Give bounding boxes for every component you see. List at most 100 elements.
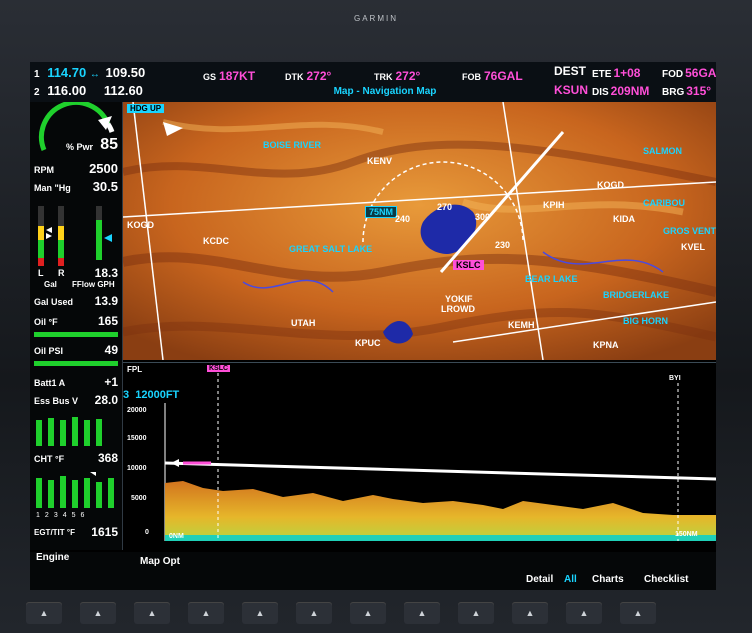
nav2-id: 2 [34,87,40,98]
softkey-button-3[interactable]: ▲ [134,602,170,624]
map-page-title: Map - Navigation Map [333,86,437,97]
rpm-value: 2500 [89,161,118,176]
region-label-bear-lake: BEAR LAKE [525,274,578,284]
trk-value: 272° [395,69,421,83]
softkey-engine[interactable]: Engine [36,552,69,563]
fuel-left-label: L [38,268,44,278]
map-orientation[interactable]: HDG UP [127,104,165,113]
cyl-6: 6 [80,512,90,519]
fob-value: 76GAL [484,69,523,83]
dis-label: DIS [592,87,609,98]
map-label-kogd: KOGD [597,180,624,190]
softkey-button-10[interactable]: ▲ [512,602,548,624]
gs-label: GS [203,72,217,82]
softkey-map-opt[interactable]: Map Opt [140,556,180,567]
oil-psi-bar [34,361,118,366]
active-waypoint-box[interactable]: KSLC [453,260,484,270]
airport-kogd[interactable]: KOGD [127,220,154,230]
oil-temp-value: 165 [97,314,118,328]
fod-value: 56GA [685,66,716,80]
profile-waypoint-kslc[interactable]: KSLC [207,365,231,372]
profile-left-range: 0NM [169,533,184,540]
profile-scale-5000: 5000 [131,495,147,502]
arc-label-270: 270 [437,202,453,212]
oil-psi-value: 49 [104,343,118,357]
fflow-label: FFlow GPH [72,280,115,289]
airport-kida[interactable]: KIDA [613,214,635,224]
ess-bus-value: 28.0 [94,393,118,407]
oil-psi-label: Oil PSI [34,346,64,356]
nav1-active: 114.70 [47,65,87,80]
softkey-button-8[interactable]: ▲ [404,602,440,624]
airport-kenv[interactable]: KENV [367,156,392,166]
softkey-button-12[interactable]: ▲ [620,602,656,624]
map-range[interactable]: 75NM [365,206,398,218]
ess-bus-label: Ess Bus V [34,396,79,406]
navigation-map[interactable]: HDG UP KENV KPIH KIDA KOGD KCDC KEMH KPU… [123,102,716,360]
waypoint-lrowd[interactable]: LROWD [441,304,475,314]
dtk-field: DTK 272° [285,69,331,83]
softkey-button-11[interactable]: ▲ [566,602,602,624]
profile-scale-20000: 20000 [127,407,147,414]
nav2-standby: 112.60 [103,83,143,98]
profile-graph [164,373,716,541]
gal-used-label: Gal Used [34,297,74,307]
fflow-value: 18.3 [94,266,118,280]
nav2-active: 116.00 [47,83,87,98]
airport-kpih[interactable]: KPIH [543,200,565,210]
softkey-button-2[interactable]: ▲ [80,602,116,624]
profile-waypoint-byi[interactable]: BYI [669,375,681,382]
fod-label: FOD [662,69,684,80]
profile-right-range: 150NM [675,531,698,538]
softkey-button-1[interactable]: ▲ [26,602,62,624]
rpm-label: RPM [34,165,54,175]
nav1-line: 1 114.70 ↔ 109.50 [34,65,145,80]
nav-swap-arrow: ↔ [89,69,100,80]
vertical-profile[interactable]: FPL 3 12000FT 20000 15000 10000 5000 0 0… [123,362,716,553]
destination-box: DEST ETE 1+08 FOD 56GA KSUN DIS 209NM BRG 31… [550,62,716,102]
softkey-button-5[interactable]: ▲ [242,602,278,624]
region-label-salmon: SALMON [643,146,682,156]
softkey-all[interactable]: All [564,574,577,585]
batt-label: Batt1 A [34,378,66,388]
softkey-button-9[interactable]: ▲ [458,602,494,624]
region-label-gros-ventre: GROS VENTRE [663,226,716,236]
cyl-2: 2 [44,512,54,519]
softkey-checklist[interactable]: Checklist [644,574,688,585]
softkey-button-4[interactable]: ▲ [188,602,224,624]
dis-value: 209NM [610,84,650,98]
altitude-label: 230 [495,240,511,250]
nav-frequency-box[interactable]: 1 114.70 ↔ 109.50 2 116.00 112.60 [34,65,199,101]
airport-kcdc[interactable]: KCDC [203,236,229,246]
gal-used-value: 13.9 [94,294,118,308]
arc-label-300: 300 [475,212,491,222]
waypoint-yokif[interactable]: YOKIF [445,294,473,304]
profile-scale-10000: 10000 [127,465,147,472]
ete-field: ETE 1+08 [592,66,640,80]
softkey-button-7[interactable]: ▲ [350,602,386,624]
brg-field: BRG 315° [662,84,711,98]
region-label-big-horn: BIG HORN [623,316,668,326]
region-label-boise: BOISE RIVER [263,140,322,150]
softkey-detail[interactable]: Detail [526,574,553,585]
nav1-standby: 109.50 [105,65,146,80]
gs-value: 187KT [219,69,256,83]
airport-kvel[interactable]: KVEL [681,242,705,252]
dtk-value: 272° [306,69,332,83]
dtk-label: DTK [285,72,304,82]
fuel-right-label: R [58,268,65,278]
softkey-bar: Engine Map Opt Detail All Charts Checkli… [30,552,716,590]
cyl-5: 5 [71,512,81,519]
region-label-salt-lake: GREAT SALT LAKE [289,244,373,254]
nav1-id: 1 [34,69,40,80]
ete-label: ETE [592,69,612,80]
oil-temp-label: Oil °F [34,317,58,327]
fuel-qty-label: Gal [44,280,57,289]
airport-kpuc[interactable]: KPUC [355,338,381,348]
airport-kpna[interactable]: KPNA [593,340,619,350]
nav2-line: 2 116.00 112.60 [34,83,143,98]
airport-kemh[interactable]: KEMH [508,320,535,330]
softkey-charts[interactable]: Charts [592,574,624,585]
dis-field: DIS 209NM [592,84,649,98]
softkey-button-6[interactable]: ▲ [296,602,332,624]
